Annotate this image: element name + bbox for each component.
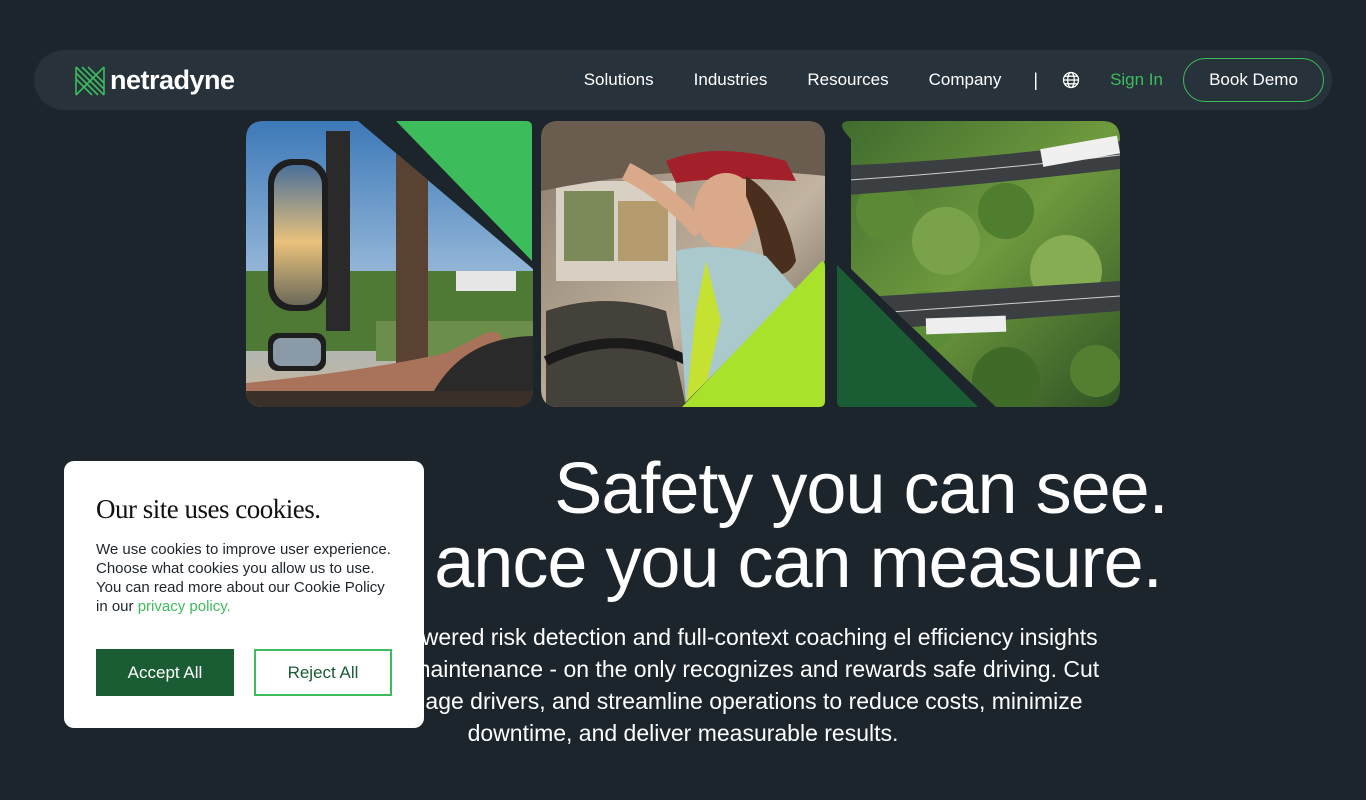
- reject-all-button[interactable]: Reject All: [254, 649, 392, 696]
- cookie-buttons: Accept All Reject All: [96, 649, 392, 696]
- privacy-policy-link[interactable]: privacy policy.: [138, 598, 231, 615]
- nav-menu: Solutions Industries Resources Company |…: [584, 57, 1324, 103]
- nav-solutions[interactable]: Solutions: [584, 70, 654, 90]
- book-demo-button[interactable]: Book Demo: [1183, 58, 1324, 102]
- accept-all-button[interactable]: Accept All: [96, 649, 234, 696]
- nav-divider: |: [1033, 69, 1039, 90]
- top-navbar: netradyne Solutions Industries Resources…: [34, 50, 1332, 110]
- globe-icon-graphic: [1062, 71, 1080, 89]
- hero-image-collage: [246, 121, 1120, 407]
- netradyne-logo-icon: [74, 65, 106, 96]
- cookie-title: Our site uses cookies.: [96, 494, 321, 524]
- globe-icon[interactable]: [1062, 71, 1080, 89]
- cookie-consent-banner: Our site uses cookies. We use cookies to…: [64, 461, 424, 728]
- cookie-description: We use cookies to improve user experienc…: [96, 540, 392, 616]
- logo-wordmark: netradyne: [110, 65, 235, 95]
- nav-industries[interactable]: Industries: [694, 70, 768, 90]
- netradyne-logo[interactable]: netradyne: [74, 65, 235, 96]
- nav-resources[interactable]: Resources: [807, 70, 888, 90]
- nav-company[interactable]: Company: [929, 70, 1002, 90]
- sign-in-link[interactable]: Sign In: [1110, 70, 1163, 90]
